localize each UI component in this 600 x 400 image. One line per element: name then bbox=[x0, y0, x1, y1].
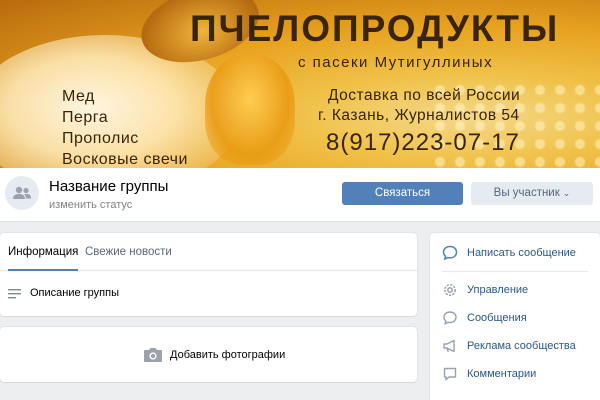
banner-product-item: Прополис bbox=[62, 130, 139, 147]
group-description: Описание группы bbox=[30, 287, 119, 299]
sidebar-item-label: Комментарии bbox=[467, 368, 537, 380]
cover-banner: ПЧЕЛОПРОДУКТЫ с пасеки Мутигуллиных Мед … bbox=[0, 0, 600, 168]
honey-drip-image bbox=[205, 55, 295, 165]
sidebar-divider bbox=[442, 271, 588, 272]
banner-product-item: Мед bbox=[62, 88, 95, 105]
group-header: Название группы изменить статус Связатьс… bbox=[0, 168, 600, 222]
sidebar-item-manage[interactable]: Управление bbox=[442, 282, 600, 298]
group-name: Название группы bbox=[49, 178, 169, 195]
sidebar-item-ads[interactable]: Реклама сообщества bbox=[442, 338, 600, 354]
sidebar-item-label: Управление bbox=[467, 284, 529, 296]
banner-delivery: Доставка по всей России bbox=[328, 87, 521, 104]
actions-sidebar: Написать сообщение Управление Сообщения … bbox=[430, 233, 600, 400]
info-card: Информация Свежие новости Описание групп… bbox=[0, 233, 417, 316]
chat-icon bbox=[443, 311, 457, 325]
sidebar-item-comments[interactable]: Комментарии bbox=[442, 366, 600, 382]
member-button-label: Вы участник bbox=[493, 187, 560, 199]
banner-product-list: Мед Перга Прополис Восковые свечи bbox=[62, 86, 188, 168]
contact-button[interactable]: Связаться bbox=[342, 182, 463, 205]
member-button[interactable]: Вы участник ⌄ bbox=[471, 182, 593, 205]
users-icon bbox=[13, 186, 31, 199]
banner-product-item: Перга bbox=[62, 109, 109, 126]
add-photos-label: Добавить фотографии bbox=[170, 349, 286, 361]
banner-title: ПЧЕЛОПРОДУКТЫ bbox=[190, 8, 560, 49]
comment-icon bbox=[443, 367, 457, 381]
text-lines-icon bbox=[8, 289, 21, 299]
banner-subtitle: с пасеки Мутигуллиных bbox=[298, 54, 494, 71]
megaphone-icon bbox=[443, 339, 455, 353]
info-tabs: Информация Свежие новости bbox=[0, 233, 417, 271]
gear-icon bbox=[444, 284, 456, 296]
banner-phone: 8(917)223-07-17 bbox=[326, 129, 520, 156]
camera-icon bbox=[144, 348, 162, 362]
sidebar-item-label: Сообщения bbox=[467, 312, 527, 324]
banner-address: г. Казань, Журналистов 54 bbox=[318, 107, 520, 124]
change-status-link[interactable]: изменить статус bbox=[49, 199, 132, 211]
tab-info[interactable]: Информация bbox=[8, 233, 79, 271]
sidebar-item-write-message[interactable]: Написать сообщение bbox=[442, 245, 600, 261]
message-icon bbox=[442, 245, 458, 261]
sidebar-item-label: Написать сообщение bbox=[467, 247, 576, 259]
chevron-down-icon: ⌄ bbox=[562, 188, 571, 198]
sidebar-item-messages[interactable]: Сообщения bbox=[442, 310, 600, 326]
tab-news[interactable]: Свежие новости bbox=[85, 233, 172, 271]
photo-card: Добавить фотографии bbox=[0, 327, 417, 382]
sidebar-item-label: Реклама сообщества bbox=[467, 340, 576, 352]
avatar[interactable] bbox=[5, 176, 39, 210]
banner-product-item: Восковые свечи bbox=[62, 151, 188, 168]
